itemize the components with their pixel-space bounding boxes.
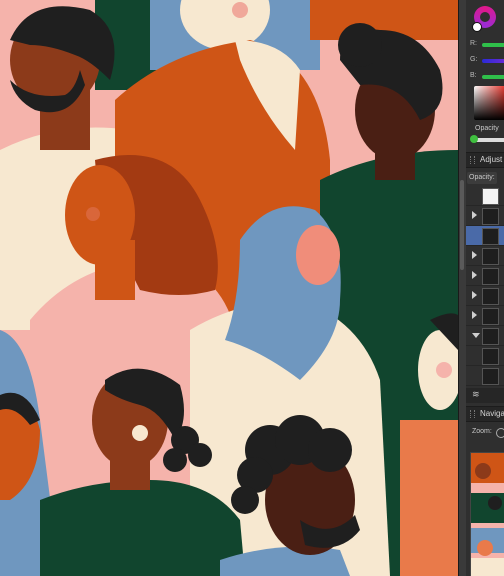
layer-opacity-field[interactable]: Opacity: <box>467 172 497 184</box>
channel-b-label: B: <box>470 72 477 79</box>
layer-thumbnail <box>482 188 499 205</box>
swap-colors-icon[interactable] <box>472 22 482 32</box>
layer-thumbnail <box>482 288 499 305</box>
expand-arrow-icon[interactable] <box>472 251 477 259</box>
layer-row[interactable] <box>466 206 504 226</box>
layer-row[interactable] <box>466 266 504 286</box>
expand-arrow-icon[interactable] <box>472 311 477 319</box>
layer-row-selected[interactable] <box>466 226 504 246</box>
navigator-panel-title: Naviga <box>480 409 504 418</box>
layer-thumbnail <box>482 268 499 285</box>
color-picker-square[interactable] <box>474 86 504 120</box>
color-opacity-label: Opacity <box>475 125 499 132</box>
layer-thumbnail <box>482 208 499 225</box>
color-opacity-knob[interactable] <box>470 135 478 143</box>
channel-b-row[interactable]: B: <box>468 72 504 82</box>
layers-toolbar: ≋ <box>466 388 504 403</box>
expand-arrow-icon[interactable] <box>472 271 477 279</box>
channel-r-label: R: <box>470 40 477 47</box>
navigator-preview-image <box>471 453 504 576</box>
layer-thumbnail <box>482 368 499 385</box>
document-canvas[interactable] <box>0 0 458 576</box>
layer-row[interactable] <box>466 346 504 366</box>
expand-arrow-icon[interactable] <box>472 211 477 219</box>
expand-arrow-icon[interactable] <box>472 291 477 299</box>
channel-r-slider[interactable] <box>482 43 504 47</box>
channel-g-label: G: <box>470 56 478 63</box>
channel-b-slider[interactable] <box>482 75 504 79</box>
layer-row[interactable] <box>466 366 504 386</box>
layer-row[interactable] <box>466 186 504 206</box>
navigator-preview[interactable] <box>470 452 504 576</box>
layer-row[interactable] <box>466 326 504 346</box>
layer-thumbnail <box>482 328 499 345</box>
layer-thumbnail <box>482 228 499 245</box>
adjustment-panel-header[interactable]: Adjust <box>466 152 504 168</box>
zoom-label: Zoom: <box>472 428 492 435</box>
layer-row[interactable] <box>466 286 504 306</box>
channel-g-slider[interactable] <box>482 59 504 63</box>
navigator-panel-header[interactable]: Naviga <box>466 406 504 422</box>
collapse-arrow-icon[interactable] <box>472 333 480 338</box>
splitter-handle[interactable] <box>460 180 464 270</box>
layer-row[interactable] <box>466 246 504 266</box>
panel-grip-icon[interactable] <box>470 156 475 164</box>
adjustment-panel-title: Adjust <box>480 155 503 164</box>
channel-r-row[interactable]: R: <box>468 40 504 50</box>
layers-stack-icon[interactable]: ≋ <box>472 389 480 400</box>
channel-g-row[interactable]: G: <box>468 56 504 66</box>
layer-row[interactable] <box>466 306 504 326</box>
layer-thumbnail <box>482 348 499 365</box>
studio-panel: R: G: B: Opacity Adjust Opacity: ≋ Navig… <box>466 0 504 576</box>
layer-thumbnail <box>482 248 499 265</box>
panel-grip-icon[interactable] <box>470 410 475 418</box>
layer-opacity-label: Opacity: <box>469 174 495 181</box>
layer-thumbnail <box>482 308 499 325</box>
zoom-out-icon[interactable] <box>496 428 504 438</box>
artwork-illustration <box>0 0 458 576</box>
